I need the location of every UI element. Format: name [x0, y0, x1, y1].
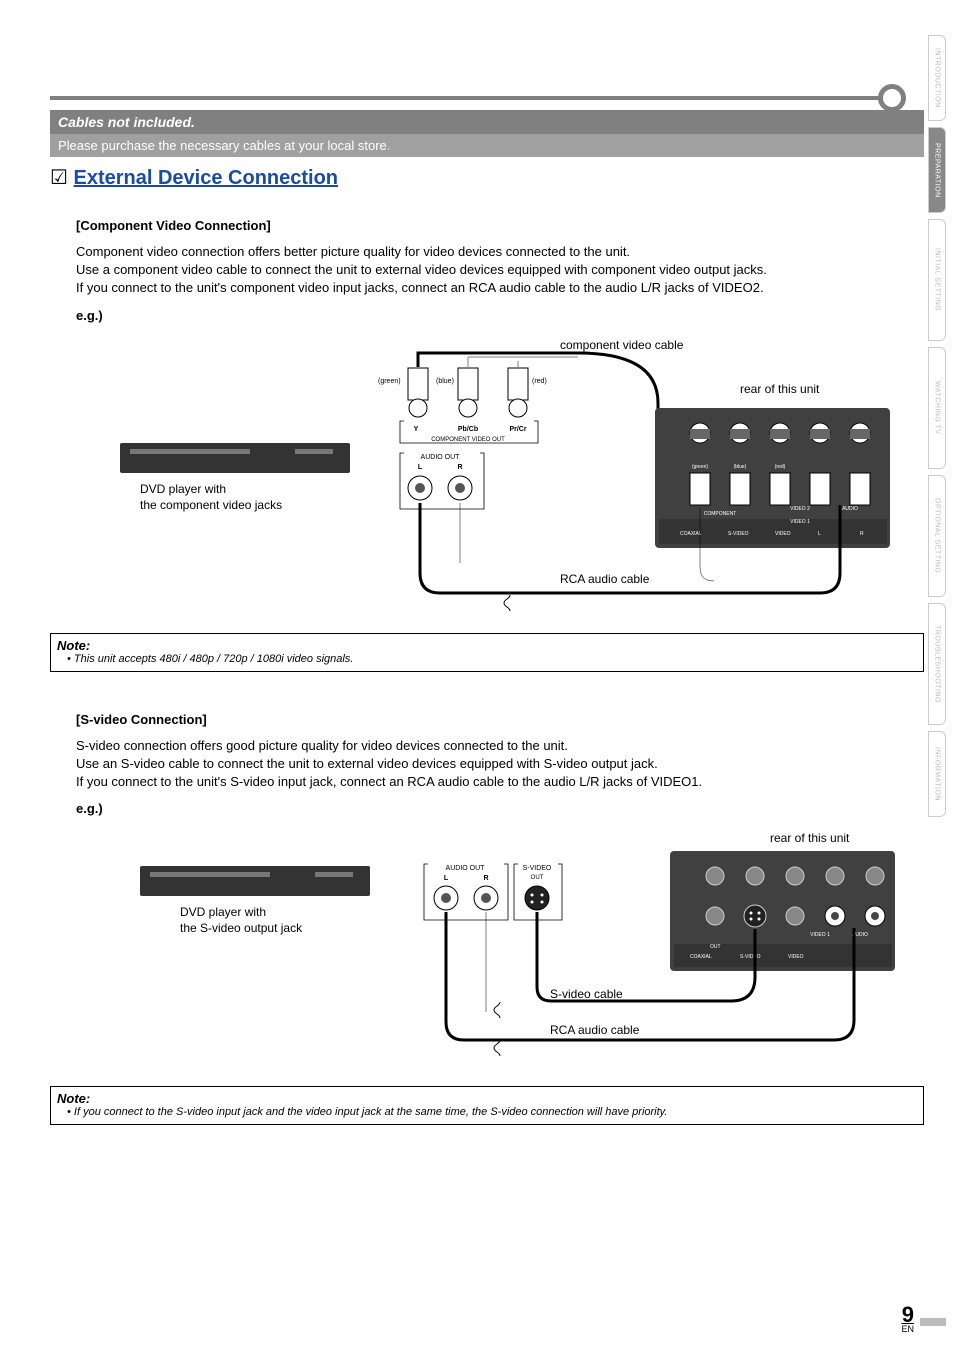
dvd-label-1: DVD player with	[140, 482, 226, 496]
note2-title: Note:	[57, 1091, 917, 1106]
sv-out: OUT	[531, 875, 544, 881]
svideo-eg: e.g.)	[76, 801, 924, 816]
component-eg: e.g.)	[76, 308, 924, 323]
tab-information[interactable]: INFORMATION	[928, 731, 946, 817]
unit-blue: (blue)	[734, 464, 747, 470]
circle-decoration	[878, 84, 906, 112]
svideo-p1: S-video connection offers good picture q…	[76, 737, 914, 755]
page-bar-decoration	[920, 1318, 946, 1326]
sv-rca-label: RCA audio cable	[550, 1023, 640, 1037]
component-p2: Use a component video cable to connect t…	[76, 261, 914, 279]
sv-l: L	[444, 875, 449, 882]
audio-out-label: AUDIO OUT	[421, 454, 461, 461]
note2-box: Note: • If you connect to the S-video in…	[50, 1086, 924, 1125]
unit-video: VIDEO	[775, 531, 791, 537]
comp-cable-label: component video cable	[560, 338, 684, 352]
pbcb-label: Pb/Cb	[458, 426, 478, 433]
unit-coaxial: COAXIAL	[680, 531, 702, 537]
cables-subtitle-band: Please purchase the necessary cables at …	[50, 134, 924, 157]
svg-text:(blue): (blue)	[436, 378, 454, 385]
prcr-label: Pr/Cr	[509, 426, 526, 433]
unit-component-label: COMPONENT	[704, 511, 737, 517]
sv-unit-coaxial: COAXIAL	[690, 954, 712, 960]
section-title-text: External Device Connection	[74, 167, 339, 189]
rear-label: rear of this unit	[740, 382, 820, 396]
note1-box: Note: • This unit accepts 480i / 480p / …	[50, 633, 924, 672]
tab-troubleshooting[interactable]: TROUBLESHOOTING	[928, 603, 946, 725]
comp-out-label: COMPONENT VIDEO OUT	[431, 437, 505, 443]
sv-unit-svideo: S-VIDEO	[740, 954, 761, 960]
svg-text:(red): (red)	[532, 378, 547, 385]
sv-dvd-icon	[140, 866, 370, 896]
svideo-diagram: rear of this unit DVD player with the S-…	[76, 826, 924, 1066]
sv-unit-out: OUT	[710, 944, 721, 950]
comp-connector-red: (red)	[508, 368, 547, 417]
divider-bar	[50, 96, 894, 100]
section-title: ☑ External Device Connection	[50, 165, 924, 190]
sv-audio-out: AUDIO OUT	[446, 865, 486, 872]
unit-svideo: S-VIDEO	[728, 531, 749, 537]
audio-l: L	[418, 464, 423, 471]
note1-bullet: • This unit accepts 480i / 480p / 720p /…	[67, 653, 917, 665]
dvd-player-icon	[120, 443, 350, 473]
page-lang: EN	[901, 1324, 914, 1334]
comp-connector-blue: (blue)	[436, 368, 478, 417]
tab-introduction[interactable]: INTRODUCTION	[928, 35, 946, 121]
note1-title: Note:	[57, 638, 917, 653]
svideo-p2: Use an S-video cable to connect the unit…	[76, 755, 914, 773]
tab-watching-tv[interactable]: WATCHING TV	[928, 347, 946, 469]
check-icon: ☑	[50, 167, 68, 189]
sv-svout: S-VIDEO	[523, 865, 552, 872]
sv-dvd-l2: the S-video output jack	[180, 921, 303, 935]
svideo-heading: [S-video Connection]	[76, 712, 924, 727]
unit-audio-label: AUDIO	[842, 506, 858, 512]
unit-l: L	[818, 531, 821, 537]
component-p3: If you connect to the unit's component v…	[76, 279, 914, 297]
unit-video2: VIDEO 2	[790, 506, 810, 512]
component-heading: [Component Video Connection]	[76, 218, 924, 233]
cables-title-band: Cables not included.	[50, 110, 924, 134]
unit-red: (red)	[775, 464, 786, 470]
component-diagram: component video cable (green) (blue) (re…	[76, 333, 924, 613]
svideo-p3: If you connect to the unit's S-video inp…	[76, 773, 914, 791]
tab-preparation[interactable]: PREPARATION	[928, 127, 946, 213]
sv-dvd-l1: DVD player with	[180, 905, 266, 919]
comp-connector-green: (green)	[378, 368, 428, 417]
tab-initial-setting[interactable]: INITIAL SETTING	[928, 219, 946, 341]
note2-bullet: • If you connect to the S-video input ja…	[67, 1106, 917, 1118]
audio-r: R	[457, 464, 462, 471]
sv-unit-video1: VIDEO 1	[810, 932, 830, 938]
sv-cable-label: S-video cable	[550, 987, 623, 1001]
sv-unit-video: VIDEO	[788, 954, 804, 960]
sv-r: R	[483, 875, 488, 882]
rca-label: RCA audio cable	[560, 572, 650, 586]
unit-r: R	[860, 531, 864, 537]
component-p1: Component video connection offers better…	[76, 243, 914, 261]
tab-optional-setting[interactable]: OPTIONAL SETTING	[928, 475, 946, 597]
unit-green: (green)	[692, 464, 708, 470]
sv-rear-label: rear of this unit	[770, 831, 850, 845]
unit-video1: VIDEO 1	[790, 519, 810, 525]
dvd-label-2: the component video jacks	[140, 498, 282, 512]
y-label: Y	[414, 426, 419, 433]
svg-text:(green): (green)	[378, 378, 401, 385]
